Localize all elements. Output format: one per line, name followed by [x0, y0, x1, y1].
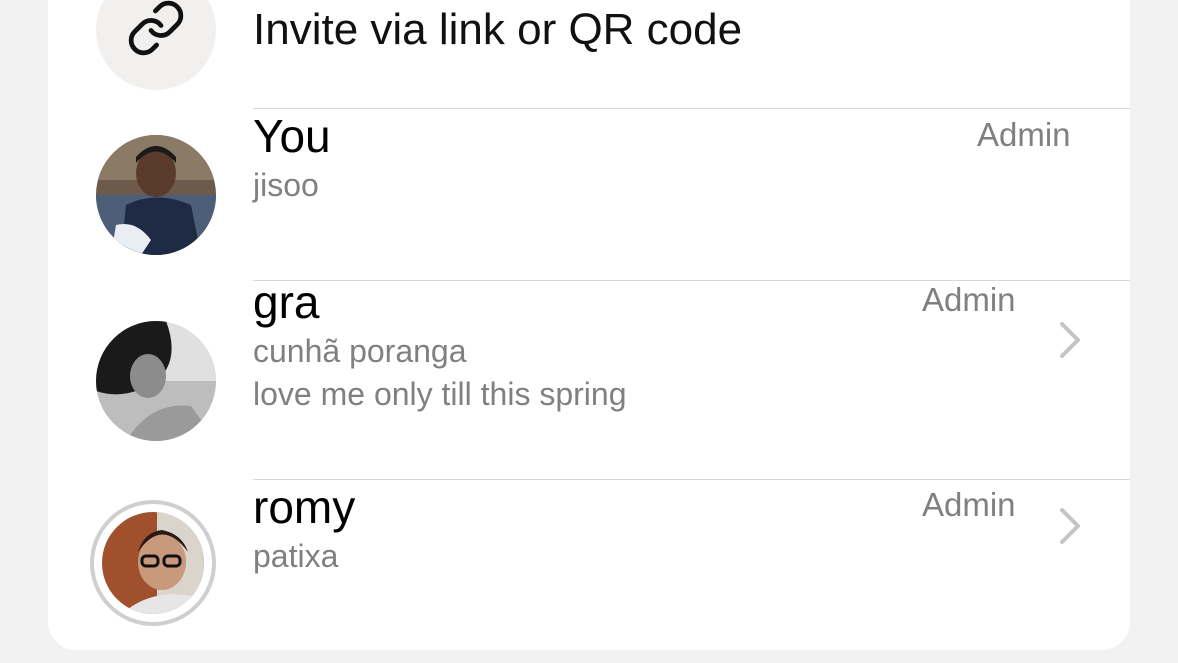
member-name: romy: [253, 481, 356, 533]
avatar: [96, 135, 216, 255]
invite-icon-circle: [96, 0, 216, 90]
role-badge: Admin: [977, 116, 1071, 153]
member-row-romy[interactable]: romy patixa Admin: [48, 480, 1130, 650]
member-username: jisoo: [253, 167, 319, 203]
chevron-right-icon: [1056, 320, 1086, 360]
member-name: gra: [253, 276, 320, 328]
member-username: cunhã poranga: [253, 333, 467, 369]
avatar: [102, 512, 204, 614]
member-username: patixa: [253, 538, 339, 574]
invite-label: Invite via link or QR code: [253, 5, 743, 54]
link-icon: [126, 0, 186, 58]
member-name: You: [253, 110, 331, 162]
chevron-right-icon: [1056, 506, 1086, 546]
member-bio: love me only till this spring: [253, 376, 627, 412]
member-row-you[interactable]: You jisoo Admin: [48, 109, 1130, 280]
avatar: [96, 321, 216, 441]
member-row-gra[interactable]: gra cunhã poranga love me only till this…: [48, 276, 1130, 479]
role-badge: Admin: [922, 281, 1016, 318]
invite-link-row[interactable]: Invite via link or QR code: [48, 0, 1130, 108]
group-members-card: Invite via link or QR code You jisoo Adm…: [48, 0, 1130, 650]
role-badge: Admin: [922, 486, 1016, 523]
